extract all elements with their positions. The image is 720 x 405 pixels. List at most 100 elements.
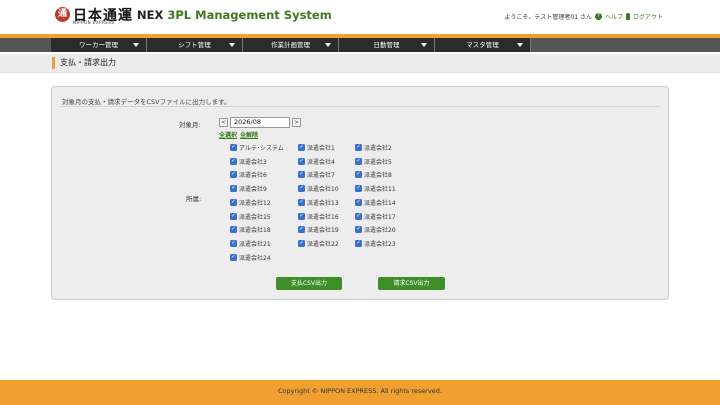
checkbox-checked-icon[interactable]: ✓ — [230, 157, 237, 165]
header: 通 日本通運 NIPPON EXPRESS NEX 3PL Management… — [0, 0, 720, 34]
logout-icon[interactable] — [625, 13, 630, 20]
checkbox-checked-icon[interactable]: ✓ — [230, 212, 237, 220]
nav-label: 作業計画管理 — [271, 41, 310, 49]
company-checkbox-item[interactable]: ✓ 派遣会社8 — [355, 170, 392, 179]
company-label: 派遣会社24 — [239, 254, 271, 262]
logout-link[interactable]: ログアウト — [633, 12, 663, 21]
checkbox-checked-icon[interactable]: ✓ — [230, 198, 237, 206]
company-checkbox-item[interactable]: ✓ 派遣会社18 — [230, 225, 271, 234]
checkbox-checked-icon[interactable]: ✓ — [230, 239, 237, 247]
company-label: 派遣会社5 — [364, 158, 392, 166]
company-checkbox-item[interactable]: ✓ 派遣会社7 — [298, 170, 335, 179]
company-label: 派遣会社7 — [307, 172, 335, 180]
company-checkbox-item[interactable]: ✓ 派遣会社23 — [355, 239, 396, 248]
chevron-down-icon — [325, 43, 331, 47]
company-label: 派遣会社18 — [239, 227, 271, 235]
footer-copyright: Copyright © NIPPON EXPRESS. All rights r… — [277, 387, 443, 395]
page-title-bar: 支払・請求出力 — [0, 54, 720, 73]
company-checkbox-item[interactable]: ✓ 派遣会社10 — [298, 184, 339, 193]
system-title: NEX 3PL Management System — [137, 8, 332, 22]
checkbox-checked-icon[interactable]: ✓ — [298, 185, 305, 193]
company-label: 派遣会社16 — [307, 213, 339, 221]
nav-master-management[interactable]: マスタ管理 — [435, 38, 531, 52]
checkbox-checked-icon[interactable]: ✓ — [298, 198, 305, 206]
system-title-nex: NEX — [137, 8, 164, 22]
company-checkbox-item[interactable]: ✓ 派遣会社11 — [355, 184, 396, 193]
prev-month-button[interactable]: < — [219, 118, 228, 127]
checkbox-checked-icon[interactable]: ✓ — [230, 171, 237, 179]
company-checkbox-item[interactable]: ✓ アルテ･システム — [230, 143, 284, 152]
company-checkbox-item[interactable]: ✓ 派遣会社21 — [230, 239, 271, 248]
welcome-text: ようこそ、テスト管理者01 さん — [504, 14, 592, 21]
checkbox-checked-icon[interactable]: ✓ — [230, 185, 237, 193]
checkbox-checked-icon[interactable]: ✓ — [355, 198, 362, 206]
month-selector: < 2026/08 > — [219, 117, 301, 128]
company-checkbox-item[interactable]: ✓ 派遣会社22 — [298, 239, 339, 248]
page-title: 支払・請求出力 — [52, 57, 116, 69]
company-label: 派遣会社12 — [239, 199, 271, 207]
checkbox-checked-icon[interactable]: ✓ — [355, 212, 362, 220]
logo-mark-icon: 通 — [55, 7, 70, 22]
company-checkbox-item[interactable]: ✓ 派遣会社2 — [355, 143, 392, 152]
payment-csv-button[interactable]: 支払CSV出力 — [276, 277, 342, 290]
chevron-down-icon — [517, 43, 523, 47]
billing-csv-button[interactable]: 請求CSV出力 — [378, 277, 445, 290]
company-checkbox-item[interactable]: ✓ 派遣会社19 — [298, 225, 339, 234]
company-checkbox-item[interactable]: ✓ 派遣会社20 — [355, 225, 396, 234]
checkbox-checked-icon[interactable]: ✓ — [230, 144, 237, 151]
nav-worker-management[interactable]: ワーカー管理 — [51, 38, 147, 52]
nav-shift-management[interactable]: シフト管理 — [147, 38, 243, 52]
chevron-down-icon — [421, 43, 427, 47]
company-label: 派遣会社4 — [307, 158, 335, 166]
checkbox-checked-icon[interactable]: ✓ — [298, 239, 305, 247]
deselect-all-link[interactable]: 全解除 — [240, 132, 258, 139]
help-icon[interactable]: ? — [594, 13, 602, 20]
checkbox-checked-icon[interactable]: ✓ — [355, 185, 362, 193]
company-label: 派遣会社2 — [364, 145, 392, 152]
month-input[interactable]: 2026/08 — [230, 117, 290, 128]
company-label: 派遣会社19 — [307, 227, 339, 235]
company-checkbox-item[interactable]: ✓ 派遣会社15 — [230, 212, 271, 221]
affiliation-label: 所属: — [186, 195, 202, 203]
checkbox-checked-icon[interactable]: ✓ — [298, 226, 305, 234]
nav-label: ワーカー管理 — [79, 41, 118, 49]
company-checkbox-item[interactable]: ✓ 派遣会社14 — [355, 198, 396, 207]
company-checkbox-item[interactable]: ✓ 派遣会社9 — [230, 184, 267, 193]
company-checkbox-item[interactable]: ✓ 派遣会社6 — [230, 170, 267, 179]
checkbox-checked-icon[interactable]: ✓ — [230, 253, 237, 261]
checkbox-checked-icon[interactable]: ✓ — [355, 226, 362, 234]
company-checkbox-item[interactable]: ✓ 派遣会社24 — [230, 253, 271, 262]
select-all-link[interactable]: 全選択 — [219, 132, 237, 139]
checkbox-checked-icon[interactable]: ✓ — [355, 239, 362, 247]
company-checkbox-item[interactable]: ✓ 派遣会社1 — [298, 143, 335, 152]
help-link[interactable]: ヘルプ — [605, 12, 623, 21]
company-checkbox-item[interactable]: ✓ 派遣会社17 — [355, 212, 396, 221]
next-month-button[interactable]: > — [292, 118, 301, 127]
checkbox-checked-icon[interactable]: ✓ — [298, 171, 305, 179]
checkbox-checked-icon[interactable]: ✓ — [355, 171, 362, 179]
company-label: 派遣会社10 — [307, 186, 339, 194]
nav-label: 日勤管理 — [373, 41, 400, 49]
checkbox-checked-icon[interactable]: ✓ — [298, 212, 305, 220]
company-checkbox-item[interactable]: ✓ 派遣会社16 — [298, 212, 339, 221]
company-label: 派遣会社13 — [307, 199, 339, 207]
checkbox-checked-icon[interactable]: ✓ — [230, 226, 237, 234]
company-label: 派遣会社21 — [239, 240, 271, 248]
company-checkbox-item[interactable]: ✓ 派遣会社3 — [230, 157, 267, 166]
company-checkbox-item[interactable]: ✓ 派遣会社12 — [230, 198, 271, 207]
system-title-name: 3PL Management System — [167, 8, 332, 22]
company-checkbox-item[interactable]: ✓ 派遣会社4 — [298, 157, 335, 166]
company-checkbox-item[interactable]: ✓ 派遣会社5 — [355, 157, 392, 166]
company-checkbox-item[interactable]: ✓ 派遣会社13 — [298, 198, 339, 207]
nav-day-shift-management[interactable]: 日勤管理 — [339, 38, 435, 52]
checkbox-checked-icon[interactable]: ✓ — [298, 144, 305, 151]
nav-work-plan-management[interactable]: 作業計画管理 — [243, 38, 339, 52]
checkbox-checked-icon[interactable]: ✓ — [298, 157, 305, 165]
checkbox-checked-icon[interactable]: ✓ — [355, 157, 362, 165]
company-label: 派遣会社22 — [307, 240, 339, 248]
panel-description: 対象月の支払・請求データをCSVファイルに出力します。 — [62, 98, 231, 106]
company-label: アルテ･システム — [239, 145, 284, 152]
company-label: 派遣会社8 — [364, 172, 392, 180]
checkbox-checked-icon[interactable]: ✓ — [355, 144, 362, 151]
main-nav: ワーカー管理 シフト管理 作業計画管理 日勤管理 マスタ管理 — [0, 38, 720, 52]
